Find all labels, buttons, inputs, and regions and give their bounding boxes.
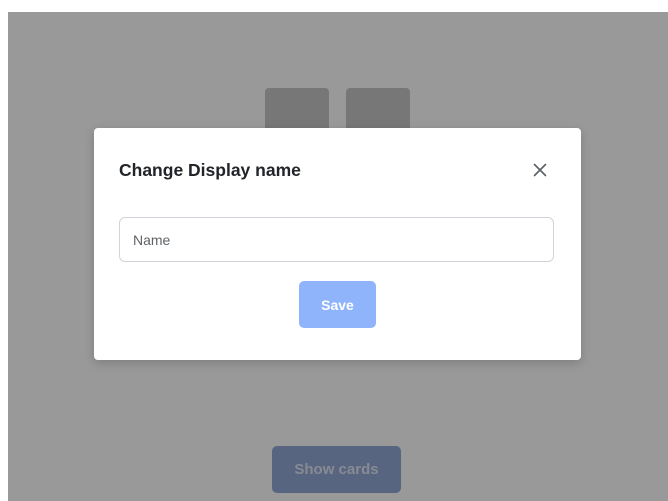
app-screen: Show cards Change Display name Save	[0, 0, 668, 501]
display-name-input[interactable]	[119, 217, 554, 262]
dialog-title: Change Display name	[119, 160, 301, 180]
save-button[interactable]: Save	[299, 281, 376, 328]
close-button[interactable]	[528, 158, 552, 182]
change-display-name-dialog: Change Display name Save	[94, 128, 581, 360]
close-icon	[528, 158, 552, 182]
